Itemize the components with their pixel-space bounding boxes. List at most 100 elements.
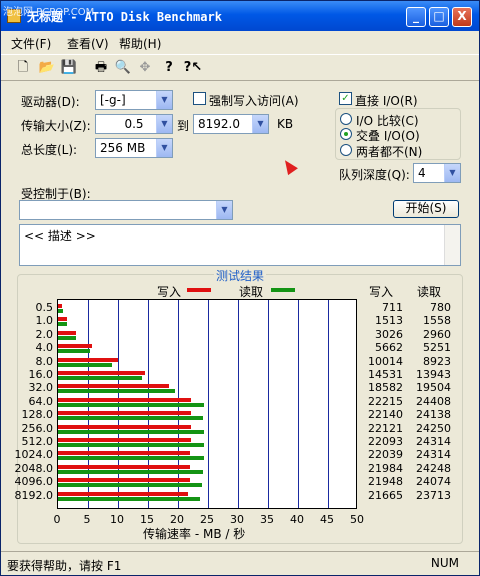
write-value: 711 [382, 301, 403, 314]
read-value: 24314 [416, 435, 451, 448]
y-tick-label: 2048.0 [14, 461, 54, 475]
y-tick-label: 128.0 [21, 408, 54, 422]
write-bar [58, 478, 190, 483]
transfer-to-select[interactable]: 8192.0 ▼ [193, 114, 269, 134]
status-bar: 要获得帮助，请按 F1 NUM [1, 551, 479, 575]
write-value: 22140 [368, 408, 403, 422]
y-tick-label: 4.0 [35, 341, 54, 355]
y-tick-label: 1.0 [35, 314, 54, 328]
y-tick-label: 16.0 [28, 368, 54, 381]
direct-io-label: 直接 I/O(R) [355, 94, 418, 108]
write-bar [58, 384, 170, 389]
write-bar [58, 424, 191, 429]
write-value: 22215 [368, 394, 403, 408]
write-bar [58, 330, 77, 335]
chevron-down-icon: ▼ [156, 115, 172, 133]
write-value: 21984 [368, 461, 403, 475]
write-bar [58, 397, 192, 402]
write-value: 1513 [375, 314, 403, 328]
read-bar [58, 429, 204, 434]
write-value: 18582 [368, 381, 403, 395]
gridline [238, 300, 239, 508]
close-button[interactable]: X [452, 7, 472, 27]
read-value: 24250 [416, 421, 451, 435]
maximize-button[interactable]: □ [429, 7, 449, 27]
overlap-io-radio[interactable] [340, 128, 352, 140]
total-length-select[interactable]: 256 MB ▼ [95, 138, 173, 158]
read-bar [58, 389, 176, 394]
drive-select[interactable]: [-g-] ▼ [95, 90, 173, 110]
print-icon[interactable]: 🖶 [91, 59, 111, 77]
x-tick-label: 10 [110, 513, 124, 526]
read-bar [58, 322, 68, 327]
force-write-label: 强制写入访问(A) [209, 94, 299, 108]
menu-help[interactable]: 帮助(H) [119, 35, 161, 52]
description-textarea[interactable]: << 描述 >> [19, 224, 461, 266]
read-bar [58, 469, 204, 474]
chevron-down-icon: ▼ [252, 115, 268, 133]
move-icon[interactable]: ✥ [135, 59, 155, 77]
write-value: 22039 [368, 448, 403, 462]
write-value: 10014 [368, 354, 403, 368]
neither-radio[interactable] [340, 144, 352, 156]
force-write-checkbox[interactable] [193, 92, 206, 105]
write-value: 21948 [368, 475, 403, 489]
read-value: 780 [430, 301, 451, 314]
neither-label: 两者都不(N) [356, 145, 423, 159]
whats-this-icon[interactable]: ?↖ [181, 59, 205, 77]
read-bar [58, 349, 90, 354]
status-num-indicator: NUM [430, 556, 459, 570]
description-scrollbar[interactable] [444, 225, 460, 265]
read-bar [58, 416, 203, 421]
help-icon[interactable]: ? [159, 59, 179, 77]
read-value: 24074 [416, 475, 451, 489]
read-bar [58, 376, 142, 380]
gridline [268, 300, 269, 508]
transfer-from-select[interactable]: 0.5 ▼ [95, 114, 173, 134]
start-button[interactable]: 开始(S) [393, 200, 459, 218]
io-compare-radio[interactable] [340, 113, 352, 125]
write-bar [58, 451, 191, 456]
x-tick-label: 50 [350, 513, 364, 526]
y-tick-label: 0.5 [35, 301, 54, 314]
y-tick-label: 2.0 [35, 327, 54, 341]
write-value: 22093 [368, 435, 403, 448]
transfer-to-label: 到 [177, 119, 190, 133]
save-icon[interactable]: 💾 [59, 59, 79, 77]
write-bar [58, 371, 146, 375]
read-bar [58, 483, 203, 488]
status-text: 要获得帮助，请按 F1 [7, 559, 122, 573]
overlap-io-label: 交叠 I/O(O) [356, 129, 420, 143]
read-value: 13943 [416, 368, 451, 381]
read-value: 23713 [416, 488, 451, 502]
transfer-rate-chart [57, 299, 357, 509]
chevron-down-icon: ▼ [216, 201, 232, 219]
y-tick-label: 256.0 [21, 421, 54, 435]
minimize-button[interactable]: _ [406, 7, 426, 27]
results-title: 测试结果 [214, 267, 267, 284]
x-tick-label: 40 [290, 513, 304, 526]
print-preview-icon[interactable]: 🔍 [113, 59, 133, 77]
direct-io-checkbox[interactable]: ✓ [339, 92, 352, 105]
chevron-down-icon: ▼ [156, 139, 172, 157]
transfer-size-label: 传输大小(Z): [21, 119, 91, 133]
title-bar[interactable]: 泡泡网 PCPOP.COM 无标题 - ATTO Disk Benchmark … [1, 1, 479, 31]
menu-view[interactable]: 查看(V) [67, 35, 109, 52]
write-value: 14531 [368, 368, 403, 381]
read-value: 19504 [416, 381, 451, 395]
x-tick-label: 45 [320, 513, 334, 526]
new-file-icon[interactable]: 🗋 [13, 59, 33, 77]
column-read-header: 读取 [417, 285, 442, 299]
queue-depth-select[interactable]: 4 ▼ [413, 163, 461, 183]
y-tick-label: 512.0 [21, 435, 54, 448]
toolbar: 🗋 📂 💾 🖶 🔍 ✥ ? ?↖ [1, 54, 479, 81]
x-tick-label: 35 [260, 513, 274, 526]
menu-file[interactable]: 文件(F) [11, 35, 51, 52]
open-folder-icon[interactable]: 📂 [37, 59, 57, 77]
controlled-by-select[interactable]: ▼ [19, 200, 233, 220]
app-window: 泡泡网 PCPOP.COM 无标题 - ATTO Disk Benchmark … [0, 0, 480, 576]
read-value: 24138 [416, 408, 451, 422]
read-bar [58, 335, 76, 340]
chevron-down-icon: ▼ [156, 91, 172, 109]
write-bar [58, 411, 191, 416]
